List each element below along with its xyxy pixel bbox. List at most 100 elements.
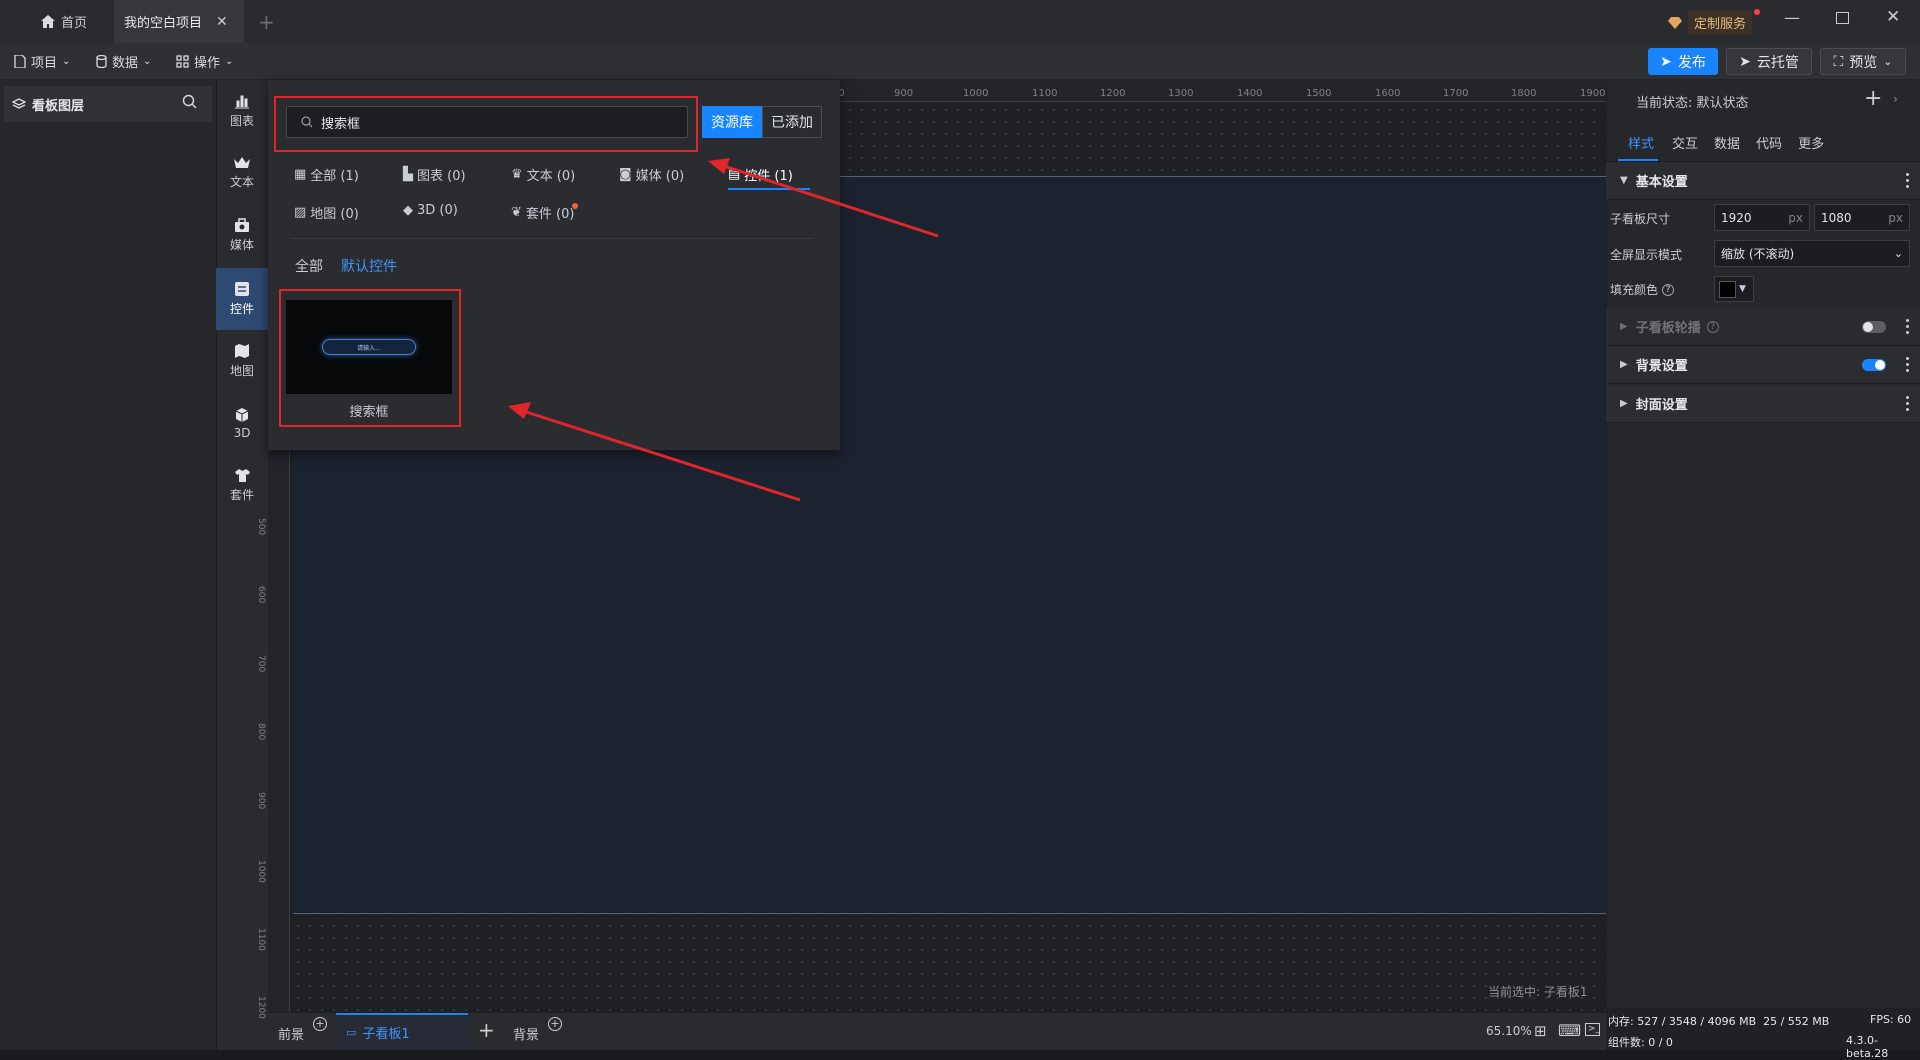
ruler-top-tick: 1900 <box>1580 88 1606 99</box>
fps-status: FPS: 60 <box>1870 1013 1912 1026</box>
more-vertical-icon[interactable] <box>1906 173 1910 188</box>
home-icon <box>40 15 55 28</box>
keyboard-icon[interactable]: ⌨ <box>1558 1021 1581 1040</box>
sub-board-label: 子看板1 <box>362 1027 410 1042</box>
zoom-level[interactable]: 65.10% <box>1486 1024 1532 1038</box>
add-state-icon[interactable]: + <box>1864 86 1882 111</box>
fill-color-label: 填充颜色 <box>1610 283 1659 297</box>
background-toggle[interactable] <box>1862 359 1886 371</box>
fullscreen-mode-select[interactable]: 缩放 (不滚动) ⌄ <box>1714 240 1910 267</box>
category-media[interactable]: ◙ 媒体 (0) <box>619 165 684 184</box>
tab-added[interactable]: 已添加 <box>762 106 822 138</box>
ruler-top-tick: 1000 <box>963 88 989 99</box>
layer-background[interactable]: 背景 <box>513 1024 539 1043</box>
category-3d[interactable]: ◆ 3D (0) <box>403 203 458 218</box>
section-background[interactable]: ▶ 背景设置 <box>1606 346 1920 384</box>
iconbar-media[interactable]: 媒体 <box>216 204 268 266</box>
more-vertical-icon[interactable] <box>1906 357 1910 372</box>
tab-style[interactable]: 样式 <box>1624 123 1658 162</box>
category-chart[interactable]: ▙ 图表 (0) <box>403 165 466 184</box>
search-icon[interactable] <box>182 94 197 109</box>
cloud-hosting-button[interactable]: ➤ 云托管 <box>1726 48 1812 75</box>
category-control[interactable]: ▤ 控件 (1) <box>728 165 793 184</box>
ruler-top-tick: 1500 <box>1306 88 1332 99</box>
ruler-top-tick: 900 <box>894 88 914 99</box>
minimize-icon[interactable]: — <box>1784 8 1800 27</box>
iconbar-chart[interactable]: 图表 <box>216 80 268 142</box>
ruler-top-tick: 1200 <box>1100 88 1126 99</box>
bottom-bar <box>268 1012 1606 1050</box>
chevron-right-icon[interactable]: › <box>1893 92 1898 106</box>
tab-home[interactable]: 首页 <box>14 0 114 43</box>
title-bar <box>0 0 1920 43</box>
category-kit[interactable]: ❦ 套件 (0) <box>511 203 574 222</box>
ruler-top-tick: 1400 <box>1237 88 1263 99</box>
height-unit: px <box>1888 210 1903 225</box>
component-search-input[interactable]: 搜索框 <box>286 106 688 138</box>
iconbar-text[interactable]: 文本 <box>216 142 268 204</box>
filter-default-controls[interactable]: 默认控件 <box>341 256 397 276</box>
new-tab-plus-icon[interactable]: + <box>258 10 275 34</box>
component-card-label: 搜索框 <box>349 405 389 420</box>
map-icon: ▨ <box>294 205 307 220</box>
fill-color-picker[interactable]: ▼ <box>1714 276 1754 302</box>
carousel-toggle[interactable] <box>1862 321 1886 333</box>
fit-screen-icon[interactable]: ⊞ <box>1534 1022 1547 1040</box>
board-icon: ▭ <box>346 1026 357 1039</box>
iconbar-control[interactable]: 控件 <box>216 268 268 330</box>
menu-project[interactable]: 项目 ⌄ <box>14 43 70 80</box>
section-basic-settings[interactable]: ▼ 基本设置 <box>1606 162 1920 200</box>
tab-sub-board[interactable]: ▭ 子看板1 <box>336 1013 468 1050</box>
caret-down-icon: ▼ <box>1739 284 1746 294</box>
add-background-icon[interactable]: + <box>548 1017 562 1031</box>
window-close-icon[interactable]: ✕ <box>1886 7 1900 27</box>
tab-interaction[interactable]: 交互 <box>1672 133 1698 152</box>
iconbar-chart-label: 图表 <box>229 113 254 128</box>
restore-icon[interactable] <box>1836 12 1849 24</box>
iconbar-3d[interactable]: 3D <box>216 392 268 454</box>
width-input[interactable]: 1920 px <box>1714 204 1810 231</box>
more-vertical-icon[interactable] <box>1906 319 1910 334</box>
help-icon[interactable]: ? <box>1662 283 1675 296</box>
tab-more[interactable]: 更多 <box>1798 133 1824 152</box>
publish-label: 发布 <box>1677 54 1706 71</box>
media-icon <box>234 217 250 233</box>
ruler-left-tick: 1100 <box>256 928 266 951</box>
tab-project-label: 我的空白项目 <box>124 16 203 31</box>
section-cover[interactable]: ▶ 封面设置 <box>1606 385 1920 423</box>
publish-button[interactable]: ➤ 发布 <box>1648 48 1718 75</box>
help-icon[interactable]: ? <box>1706 320 1719 333</box>
menu-data[interactable]: 数据 ⌄ <box>96 43 151 80</box>
filter-all[interactable]: 全部 <box>295 256 323 276</box>
add-front-icon[interactable]: + <box>313 1017 327 1031</box>
layer-front[interactable]: 前景 <box>278 1024 304 1043</box>
preview-button[interactable]: ⛶ 预览 ⌄ <box>1820 48 1906 75</box>
section-carousel[interactable]: ▶ 子看板轮播 ? <box>1606 308 1920 346</box>
version: 4.3.0-beta.28 <box>1846 1034 1889 1060</box>
caret-down-icon: ▼ <box>1620 175 1628 186</box>
menu-bar <box>0 43 1920 80</box>
category-chart-label: 图表 (0) <box>417 169 466 184</box>
cover-settings-label: 封面设置 <box>1635 398 1688 413</box>
add-board-icon[interactable]: + <box>478 1018 495 1042</box>
memory-status: 内存: 527 / 3548 / 4096 MB 25 / 552 MB <box>1608 1015 1830 1028</box>
tab-code[interactable]: 代码 <box>1756 133 1782 152</box>
iconbar-map[interactable]: 地图 <box>216 330 268 392</box>
tab-data[interactable]: 数据 <box>1714 133 1740 152</box>
layers-panel <box>0 80 216 1050</box>
height-input[interactable]: 1080 px <box>1814 204 1910 231</box>
category-text[interactable]: ♛ 文本 (0) <box>511 165 575 184</box>
category-all[interactable]: ▦ 全部 (1) <box>294 165 359 184</box>
component-card-thumb[interactable]: 请输入... <box>286 300 452 394</box>
ruler-left-tick: 1000 <box>256 860 266 883</box>
terminal-icon[interactable]: >_ <box>1585 1023 1600 1036</box>
more-vertical-icon[interactable] <box>1906 396 1910 411</box>
tab-resource-library[interactable]: 资源库 <box>702 106 762 138</box>
category-map[interactable]: ▨ 地图 (0) <box>294 203 359 222</box>
cube-icon <box>234 407 250 423</box>
tab-project[interactable]: 我的空白项目 ✕ <box>114 0 244 43</box>
iconbar-kit[interactable]: 套件 <box>216 454 268 516</box>
close-icon[interactable]: ✕ <box>216 14 228 30</box>
menu-operate[interactable]: 操作 ⌄ <box>176 43 233 80</box>
custom-service[interactable]: 定制服务 <box>1668 9 1760 35</box>
